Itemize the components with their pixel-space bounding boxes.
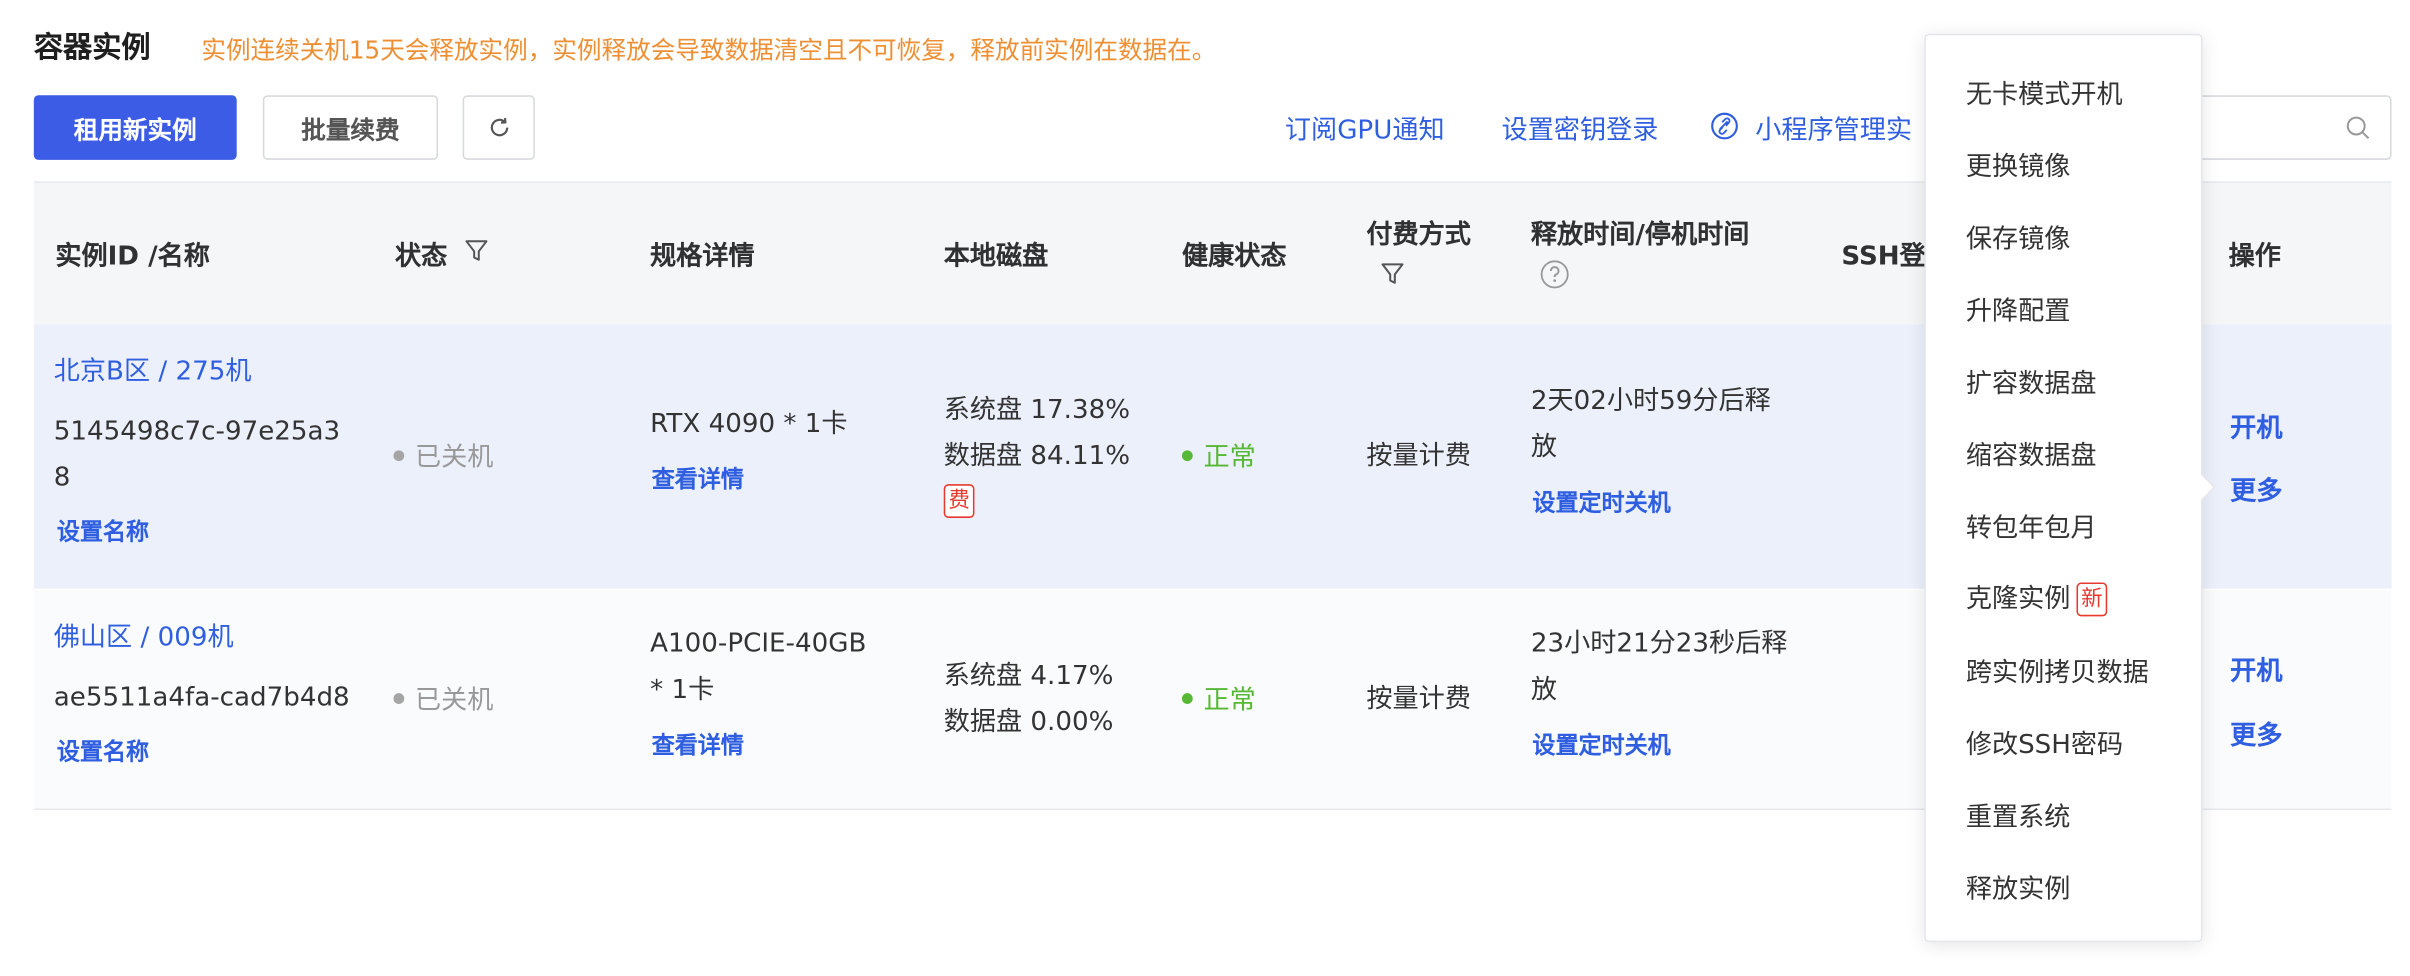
search-input[interactable] [2181,109,2341,150]
status-dot-icon [393,449,405,461]
status-text: 已关机 [414,685,494,717]
status-filter-icon[interactable] [464,238,489,269]
start-button[interactable]: 开机 [2230,406,2282,444]
menu-item-cross-instance-copy[interactable]: 跨实例拷贝数据 [1966,650,2149,689]
header-health: 健康状态 [1181,241,1287,273]
new-badge: 新 [2076,582,2108,617]
instance-id: 5145498c7c-97e25a3 [53,416,341,448]
refresh-button[interactable] [462,95,535,160]
spec-gpu: A100-PCIE-40GB [650,628,867,660]
spec-gpu: RTX 4090 * 1卡 [650,408,848,440]
status-text: 已关机 [414,442,494,474]
release-time-continued: 放 [1530,431,1557,463]
health-badge: 正常 [1181,435,1256,474]
menu-item-resize-config[interactable]: 升降配置 [1966,289,2071,328]
header-release-time: 释放时间/停机时间 [1530,219,1750,251]
clone-instance-label: 克隆实例 [1965,584,2071,615]
subscribe-gpu-link[interactable]: 订阅GPU通知 [1285,108,1445,146]
help-icon[interactable] [1540,260,1569,295]
system-disk-usage: 系统盘 17.38% [943,395,1131,426]
batch-renew-button[interactable]: 批量续费 [262,95,439,160]
menu-item-reset-system[interactable]: 重置系统 [1966,795,2071,833]
header-ssh: SSH登 [1841,241,1926,273]
billing-type: 按量计费 [1366,683,1471,715]
start-button[interactable]: 开机 [2230,649,2282,687]
header-operations: 操作 [2228,241,2281,273]
menu-item-expand-disk[interactable]: 扩容数据盘 [1966,361,2097,400]
billing-type: 按量计费 [1366,441,1471,472]
health-text: 正常 [1203,685,1256,717]
instance-id-continued: 8 [53,462,71,494]
menu-item-change-ssh-password[interactable]: 修改SSH密码 [1966,722,2123,761]
rent-new-instance-button[interactable]: 租用新实例 [33,95,237,160]
view-details-link[interactable]: 查看详情 [652,729,744,761]
miniprogram-manage-link[interactable]: 小程序管理实 [1755,108,1912,146]
menu-item-cardless-boot[interactable]: 无卡模式开机 [1966,72,2123,111]
set-name-link[interactable]: 设置名称 [57,515,149,547]
header-status: 状态 [395,241,448,273]
health-badge: 正常 [1181,678,1256,717]
fee-tag: 费 [943,484,975,518]
page-title: 容器实例 [33,30,151,65]
spec-gpu-count: * 1卡 [650,674,715,706]
set-timed-shutdown-link[interactable]: 设置定时关机 [1532,729,1670,761]
view-details-link[interactable]: 查看详情 [652,463,744,495]
data-disk-usage: 数据盘 84.11% [943,441,1131,472]
instance-id: ae5511a4fa-cad7b4d8 [53,682,350,714]
release-notice: 实例连续关机15天会释放实例，实例释放会导致数据清空且不可恢复，释放前实例在数据… [201,35,1217,65]
instance-name-link[interactable]: 北京B区 / 275机 [54,349,252,395]
menu-item-convert-monthly[interactable]: 转包年包月 [1966,506,2097,544]
more-button[interactable]: 更多 [2230,469,2282,507]
health-text: 正常 [1203,442,1256,474]
status-dot-icon [393,692,405,704]
billing-filter-icon[interactable] [1380,261,1405,292]
release-time: 23小时21分23秒后释 [1530,628,1788,660]
menu-item-shrink-disk[interactable]: 缩容数据盘 [1966,433,2097,472]
link-icon [1711,112,1739,146]
menu-item-change-image[interactable]: 更换镜像 [1966,144,2071,183]
status-badge: 已关机 [393,678,493,716]
more-actions-dropdown: 无卡模式开机 更换镜像 保存镜像 升降配置 扩容数据盘 缩容数据盘 转包年包月 … [1924,33,2203,943]
header-id-name: 实例ID /名称 [55,241,210,273]
menu-item-release-instance[interactable]: 释放实例 [1966,867,2071,906]
release-time-continued: 放 [1530,674,1557,706]
data-disk-usage: 数据盘 0.00% [943,707,1114,738]
menu-item-clone-instance[interactable]: 克隆实例新 [1965,576,2108,617]
status-badge: 已关机 [393,435,493,473]
instance-name-link[interactable]: 佛山区 / 009机 [54,615,234,661]
set-timed-shutdown-link[interactable]: 设置定时关机 [1532,486,1670,518]
search-icon[interactable] [2345,115,2371,141]
header-spec: 规格详情 [650,241,755,273]
system-disk-usage: 系统盘 4.17% [943,660,1114,692]
refresh-icon [490,117,508,137]
header-disk: 本地磁盘 [943,241,1049,273]
health-dot-icon [1181,449,1193,461]
set-name-link[interactable]: 设置名称 [57,735,149,767]
ssh-key-login-link[interactable]: 设置密钥登录 [1502,108,1659,146]
search-box[interactable] [2170,95,2392,160]
menu-item-save-image[interactable]: 保存镜像 [1966,217,2071,255]
health-dot-icon [1181,692,1193,704]
more-button[interactable]: 更多 [2230,713,2282,752]
header-billing: 付费方式 [1366,219,1471,251]
release-time: 2天02小时59分后释 [1530,385,1771,417]
